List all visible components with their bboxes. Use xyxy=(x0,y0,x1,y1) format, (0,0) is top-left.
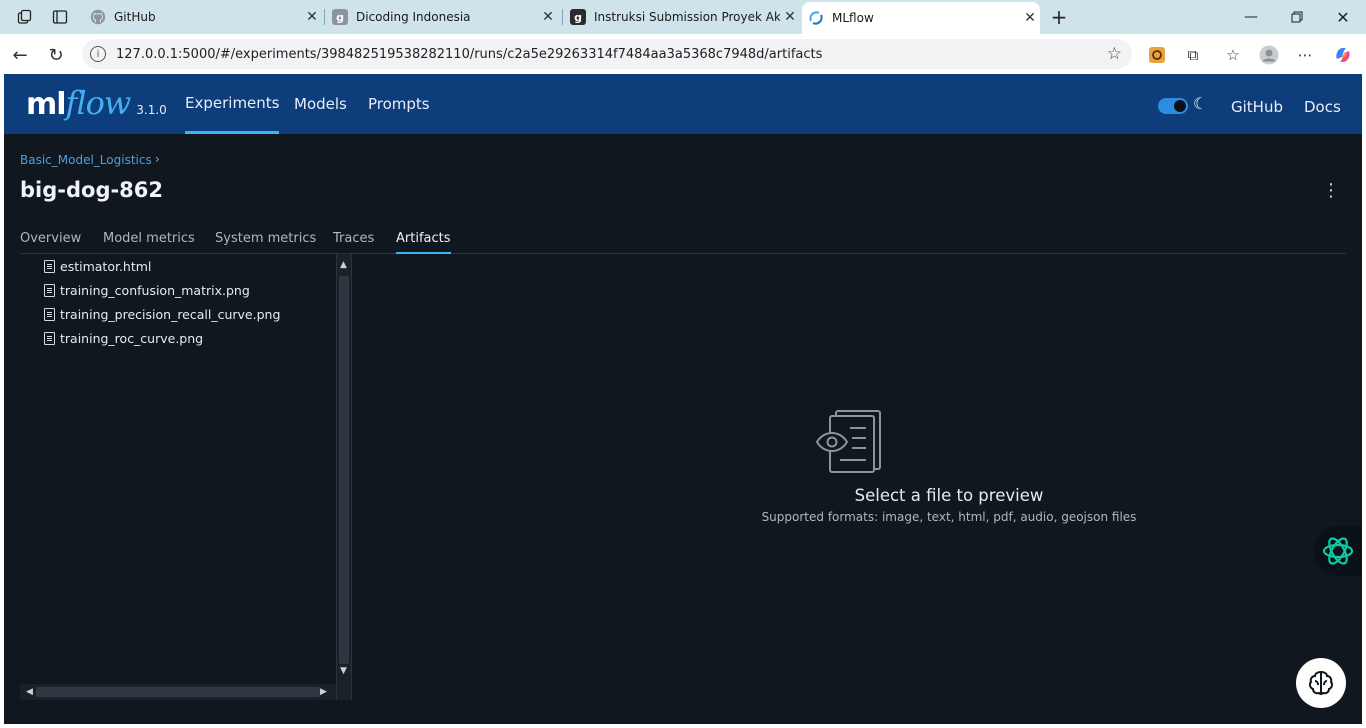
favorite-star-icon[interactable]: ☆ xyxy=(1107,44,1122,64)
browser-tab-dicoding[interactable]: g Dicoding Indonesia ✕ xyxy=(326,2,558,32)
empty-state-title: Select a file to preview xyxy=(854,486,1044,505)
browser-tab-submission[interactable]: g Instruksi Submission Proyek Akhir ✕ xyxy=(564,2,800,32)
tab-artifacts[interactable]: Artifacts xyxy=(396,231,451,254)
preview-document-icon xyxy=(814,408,884,478)
vertical-scrollbar[interactable]: ▲ ▼ xyxy=(336,254,351,700)
image-file-icon xyxy=(44,331,55,345)
list-item[interactable]: estimator.html xyxy=(44,256,151,276)
new-tab-icon[interactable]: + xyxy=(1048,5,1070,29)
horizontal-scrollbar[interactable]: ◀ ▶ xyxy=(20,684,336,700)
close-tab-icon[interactable]: ✕ xyxy=(538,9,558,25)
tab-separator xyxy=(324,9,325,25)
breadcrumb-chevron-icon: › xyxy=(155,152,160,166)
close-window-icon[interactable]: ✕ xyxy=(1320,0,1366,34)
assistant-fab-button[interactable] xyxy=(1296,658,1346,708)
browser-tab-mlflow[interactable]: MLflow ✕ xyxy=(802,2,1040,34)
tab-actions-icon[interactable] xyxy=(49,6,71,28)
dicoding-icon: g xyxy=(332,9,348,25)
browser-toolbar: ← ↻ i 127.0.0.1:5000/#/experiments/39848… xyxy=(0,34,1366,74)
tab-title: Dicoding Indonesia xyxy=(356,10,471,24)
version-label: 3.1.0 xyxy=(136,103,167,117)
site-info-icon[interactable]: i xyxy=(90,46,106,62)
address-bar[interactable]: i 127.0.0.1:5000/#/experiments/398482519… xyxy=(82,39,1132,69)
scroll-up-icon[interactable]: ▲ xyxy=(340,260,347,270)
back-icon[interactable]: ← xyxy=(7,42,33,68)
url-text[interactable]: 127.0.0.1:5000/#/experiments/39848251953… xyxy=(116,47,822,62)
file-name[interactable]: estimator.html xyxy=(60,259,151,274)
image-file-icon xyxy=(44,307,55,321)
mlflow-icon xyxy=(808,10,824,26)
moon-icon: ☾ xyxy=(1193,94,1208,113)
copilot-icon[interactable] xyxy=(1332,44,1354,66)
tab-separator xyxy=(562,9,563,25)
assistant-side-button[interactable] xyxy=(1314,526,1362,576)
favorites-icon[interactable]: ☆ xyxy=(1222,44,1244,66)
file-name[interactable]: training_precision_recall_curve.png xyxy=(60,307,280,322)
pane-divider[interactable] xyxy=(351,254,352,700)
tab-title: Instruksi Submission Proyek Akhir xyxy=(594,10,780,24)
file-icon xyxy=(44,259,55,273)
empty-state-subtitle: Supported formats: image, text, html, pd… xyxy=(761,510,1137,524)
logo-ml-text: ml xyxy=(26,87,67,122)
tab-title: GitHub xyxy=(114,10,156,24)
close-tab-icon[interactable]: ✕ xyxy=(302,9,322,25)
dicoding-icon: g xyxy=(570,9,586,25)
nav-prompts[interactable]: Prompts xyxy=(368,74,430,134)
list-item[interactable]: training_roc_curve.png xyxy=(44,328,203,348)
minimize-icon[interactable]: — xyxy=(1228,0,1274,34)
dark-mode-toggle[interactable] xyxy=(1158,98,1188,114)
scroll-down-icon[interactable]: ▼ xyxy=(340,666,347,676)
logo-flow-text: flow xyxy=(65,84,132,122)
close-tab-icon[interactable]: ✕ xyxy=(780,9,800,25)
list-item[interactable]: training_confusion_matrix.png xyxy=(44,280,250,300)
breadcrumb-experiment[interactable]: Basic_Model_Logistics xyxy=(20,153,152,167)
extension-icon[interactable] xyxy=(1146,44,1168,66)
more-options-icon[interactable]: ⋯ xyxy=(1294,44,1316,66)
tab-title: MLflow xyxy=(832,11,874,25)
nav-experiments[interactable]: Experiments xyxy=(185,74,280,134)
browser-tab-github[interactable]: GitHub ✕ xyxy=(84,2,322,32)
image-file-icon xyxy=(44,283,55,297)
workspaces-icon[interactable] xyxy=(14,6,36,28)
docs-link[interactable]: Docs xyxy=(1304,98,1341,116)
tab-overview[interactable]: Overview xyxy=(20,231,81,254)
nav-models[interactable]: Models xyxy=(294,74,347,134)
profile-avatar-icon[interactable] xyxy=(1258,44,1280,66)
tab-model-metrics[interactable]: Model metrics xyxy=(103,231,195,254)
scroll-left-icon[interactable]: ◀ xyxy=(26,687,33,697)
reload-icon[interactable]: ↻ xyxy=(43,42,69,68)
page-title: big-dog-862 xyxy=(20,178,164,202)
file-name[interactable]: training_roc_curve.png xyxy=(60,331,203,346)
openai-icon xyxy=(1322,537,1354,565)
artifact-tree: estimator.html training_confusion_matrix… xyxy=(20,254,351,700)
restore-icon[interactable] xyxy=(1274,0,1320,34)
mlflow-logo[interactable]: ml flow 3.1.0 xyxy=(26,84,167,122)
extensions-puzzle-icon[interactable]: ⧉ xyxy=(1182,44,1204,66)
scrollbar-thumb[interactable] xyxy=(339,276,349,664)
brain-icon xyxy=(1308,671,1334,695)
tab-traces[interactable]: Traces xyxy=(333,231,374,254)
list-item[interactable]: training_precision_recall_curve.png xyxy=(44,304,280,324)
tab-system-metrics[interactable]: System metrics xyxy=(215,231,316,254)
github-icon xyxy=(90,9,106,25)
browser-tab-bar: GitHub ✕ g Dicoding Indonesia ✕ g Instru… xyxy=(0,0,1366,34)
mlflow-app: ml flow 3.1.0 Experiments Models Prompts… xyxy=(4,74,1362,724)
github-link[interactable]: GitHub xyxy=(1231,98,1283,116)
close-tab-icon[interactable]: ✕ xyxy=(1020,10,1040,26)
run-tabs: Overview Model metrics System metrics Tr… xyxy=(20,228,1346,254)
scroll-right-icon[interactable]: ▶ xyxy=(320,687,327,697)
more-actions-icon[interactable]: ⋮ xyxy=(1322,180,1340,201)
app-header: ml flow 3.1.0 Experiments Models Prompts… xyxy=(4,74,1362,134)
file-name[interactable]: training_confusion_matrix.png xyxy=(60,283,250,298)
scrollbar-thumb[interactable] xyxy=(36,687,320,697)
